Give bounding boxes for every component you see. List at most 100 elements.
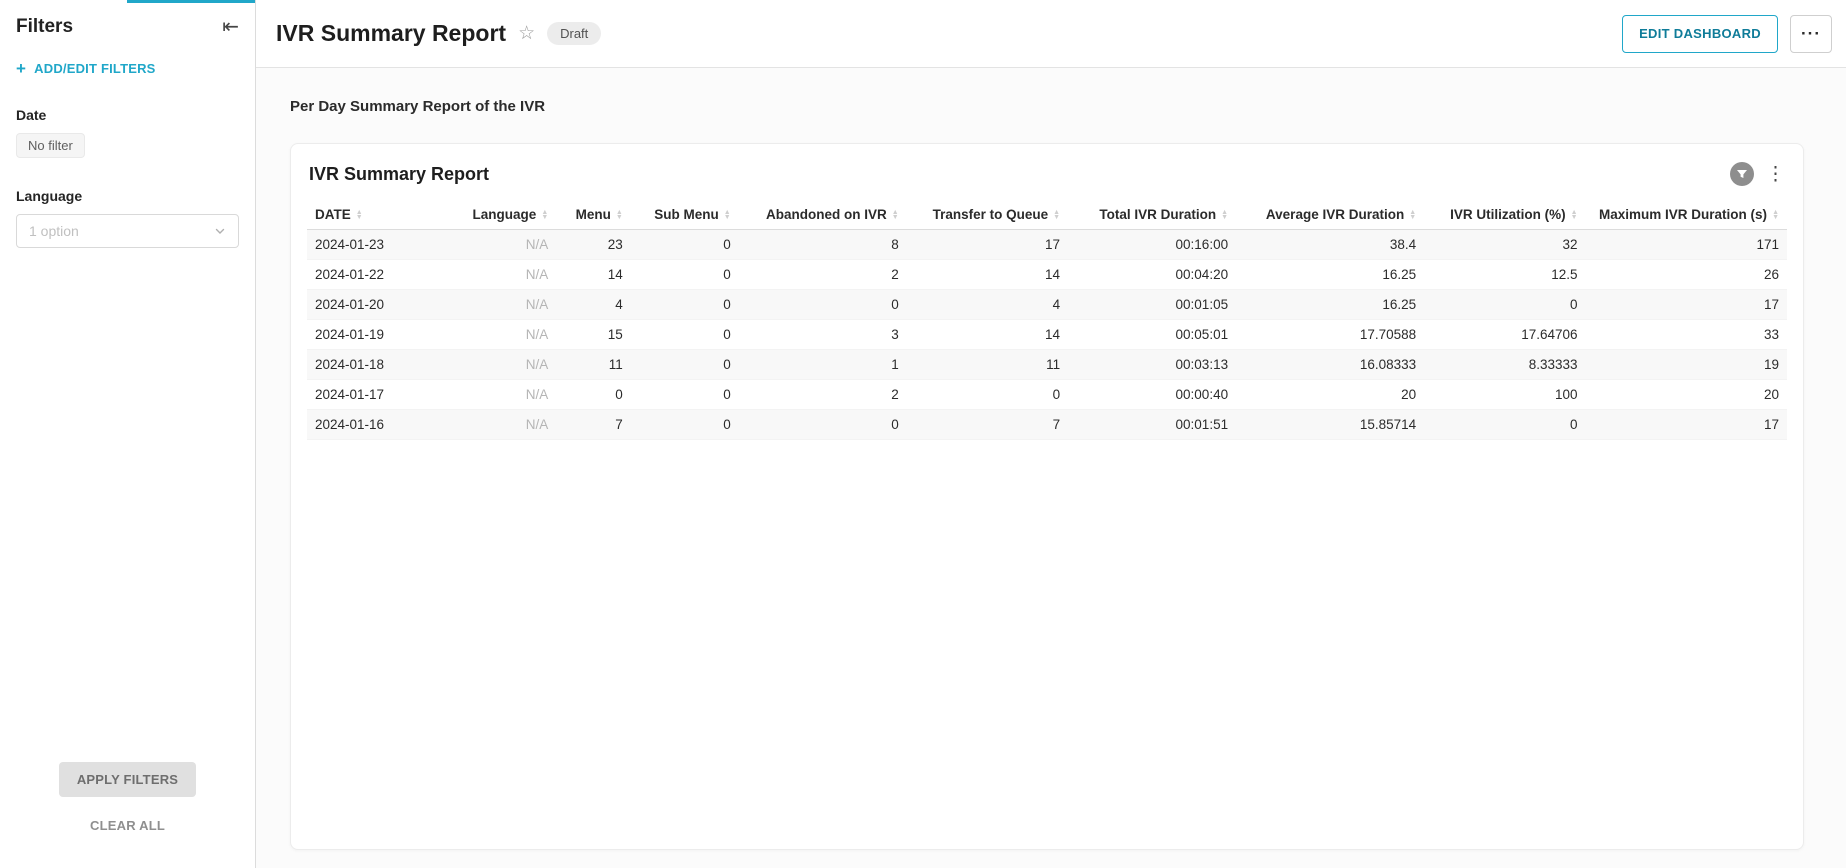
table-cell: N/A: [428, 290, 556, 320]
sidebar-top-accent: [127, 0, 255, 3]
table-cell: 17.70588: [1236, 320, 1424, 350]
plus-icon: +: [16, 60, 26, 77]
column-header-sub-menu[interactable]: Sub Menu ▲▼: [631, 200, 739, 230]
table-cell: 0: [631, 260, 739, 290]
table-cell: N/A: [428, 320, 556, 350]
main-area: IVR Summary Report ☆ Draft EDIT DASHBOAR…: [256, 0, 1846, 868]
column-header-menu[interactable]: Menu ▲▼: [556, 200, 631, 230]
dashboard-title-group: IVR Summary Report ☆ Draft: [276, 20, 601, 47]
language-filter-section: Language 1 option: [16, 188, 239, 248]
edit-dashboard-button[interactable]: EDIT DASHBOARD: [1622, 15, 1778, 53]
column-header-ivr-utilization[interactable]: IVR Utilization (%)▲▼: [1424, 200, 1585, 230]
filter-indicator-icon[interactable]: [1730, 162, 1754, 186]
dashboard-content: Per Day Summary Report of the IVR IVR Su…: [256, 68, 1846, 868]
table-row: 2024-01-16N/A700700:01:5115.85714017: [307, 410, 1787, 440]
table-cell: 0: [907, 380, 1068, 410]
sort-icon: ▲▼: [1571, 210, 1578, 220]
column-header-language[interactable]: Language▲▼: [428, 200, 556, 230]
table-cell: N/A: [428, 380, 556, 410]
table-cell: 00:01:05: [1068, 290, 1236, 320]
column-header-date[interactable]: DATE ▲▼: [307, 200, 428, 230]
table-cell: 2: [739, 380, 907, 410]
table-cell: 14: [907, 320, 1068, 350]
date-filter-chip: No filter: [16, 133, 85, 158]
column-header-label: Language: [473, 207, 537, 222]
table-cell: 2024-01-17: [307, 380, 428, 410]
table-cell: 15.85714: [1236, 410, 1424, 440]
table-cell: 3: [739, 320, 907, 350]
ivr-summary-table: DATE▲▼Language▲▼Menu▲▼Sub Menu▲▼Abandone…: [307, 200, 1787, 440]
table-cell: 2024-01-22: [307, 260, 428, 290]
add-edit-filters-button[interactable]: + ADD/EDIT FILTERS: [16, 60, 239, 77]
chart-card: IVR Summary Report ⋮ DATE▲▼Language▲▼Men…: [290, 143, 1804, 850]
column-header-maximum-ivr-duration-s[interactable]: Maximum IVR Duration (s) ▲▼: [1586, 200, 1787, 230]
apply-filters-button[interactable]: APPLY FILTERS: [59, 762, 196, 797]
column-header-label: Sub Menu: [654, 207, 719, 222]
sort-icon: ▲▼: [1053, 210, 1060, 220]
more-options-button[interactable]: ···: [1790, 15, 1832, 53]
dashboard-header: IVR Summary Report ☆ Draft EDIT DASHBOAR…: [256, 0, 1846, 68]
column-header-label: Maximum IVR Duration (s): [1599, 207, 1767, 222]
clear-all-button[interactable]: CLEAR ALL: [84, 817, 171, 834]
column-header-transfer-to-queue[interactable]: Transfer to Queue▲▼: [907, 200, 1068, 230]
table-cell: 8: [739, 230, 907, 260]
chevron-down-icon: [214, 225, 226, 237]
column-header-label: Menu: [576, 207, 611, 222]
table-cell: 16.25: [1236, 260, 1424, 290]
sort-icon: ▲▼: [1409, 210, 1416, 220]
table-cell: 00:01:51: [1068, 410, 1236, 440]
kebab-menu-icon[interactable]: ⋮: [1766, 165, 1785, 184]
table-cell: 14: [556, 260, 631, 290]
table-cell: N/A: [428, 410, 556, 440]
filters-header: Filters ⇤: [16, 16, 239, 38]
filters-title: Filters: [16, 16, 73, 38]
sort-icon: ▲▼: [616, 210, 623, 220]
column-header-total-ivr-duration[interactable]: Total IVR Duration ▲▼: [1068, 200, 1236, 230]
column-header-label: DATE: [315, 207, 351, 222]
collapse-filters-icon[interactable]: ⇤: [222, 17, 239, 37]
table-cell: 00:00:40: [1068, 380, 1236, 410]
table-cell: N/A: [428, 260, 556, 290]
column-header-abandoned-on-ivr[interactable]: Abandoned on IVR▲▼: [739, 200, 907, 230]
table-cell: 0: [631, 380, 739, 410]
column-header-label: Average IVR Duration: [1266, 207, 1404, 222]
column-header-label: Abandoned on IVR: [766, 207, 887, 222]
table-row: 2024-01-23N/A23081700:16:0038.432171: [307, 230, 1787, 260]
sort-icon: ▲▼: [724, 210, 731, 220]
table-cell: 33: [1586, 320, 1787, 350]
table-row: 2024-01-22N/A14021400:04:2016.2512.526: [307, 260, 1787, 290]
table-cell: 4: [556, 290, 631, 320]
table-cell: 17: [1586, 410, 1787, 440]
header-actions: EDIT DASHBOARD ···: [1622, 15, 1832, 53]
table-cell: 2024-01-16: [307, 410, 428, 440]
favorite-star-icon[interactable]: ☆: [518, 22, 535, 45]
chart-card-actions: ⋮: [1730, 162, 1785, 186]
table-cell: 1: [739, 350, 907, 380]
dashboard-description: Per Day Summary Report of the IVR: [290, 98, 1804, 115]
table-cell: 17: [907, 230, 1068, 260]
table-cell: 38.4: [1236, 230, 1424, 260]
table-cell: 00:16:00: [1068, 230, 1236, 260]
table-cell: 19: [1586, 350, 1787, 380]
table-cell: 00:03:13: [1068, 350, 1236, 380]
sort-icon: ▲▼: [356, 210, 363, 220]
table-cell: 23: [556, 230, 631, 260]
table-cell: 0: [556, 380, 631, 410]
sort-icon: ▲▼: [1772, 210, 1779, 220]
table-cell: 2024-01-18: [307, 350, 428, 380]
table-header-row: DATE▲▼Language▲▼Menu▲▼Sub Menu▲▼Abandone…: [307, 200, 1787, 230]
table-cell: 26: [1586, 260, 1787, 290]
language-select[interactable]: 1 option: [16, 214, 239, 248]
table-cell: 2024-01-23: [307, 230, 428, 260]
table-cell: 12.5: [1424, 260, 1585, 290]
table-row: 2024-01-17N/A002000:00:402010020: [307, 380, 1787, 410]
table-cell: 8.33333: [1424, 350, 1585, 380]
sort-icon: ▲▼: [1221, 210, 1228, 220]
column-header-average-ivr-duration[interactable]: Average IVR Duration ▲▼: [1236, 200, 1424, 230]
table-cell: 17: [1586, 290, 1787, 320]
table-cell: 7: [556, 410, 631, 440]
column-header-label: Total IVR Duration: [1099, 207, 1216, 222]
date-filter-section: Date No filter: [16, 107, 239, 158]
date-filter-label: Date: [16, 107, 239, 123]
table-cell: 0: [631, 290, 739, 320]
